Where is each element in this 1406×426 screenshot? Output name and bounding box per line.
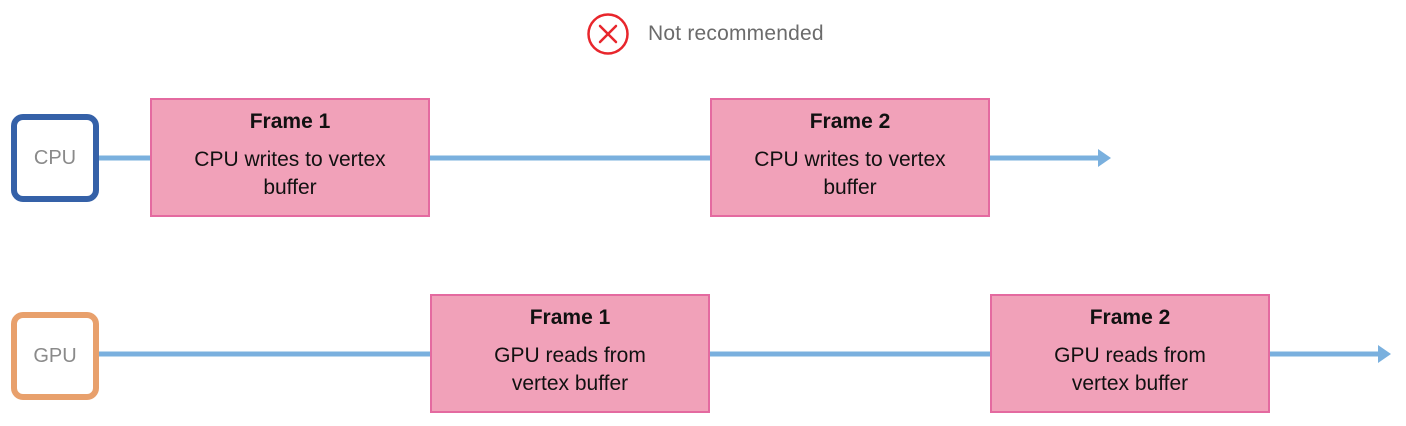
frame-description: CPU writes to vertex buffer (194, 148, 386, 199)
frame-title: Frame 2 (1089, 306, 1171, 329)
cpu-label-text: CPU (33, 146, 77, 169)
frame-description: CPU writes to vertex buffer (754, 148, 946, 199)
cpu-timeline-arrowhead (1098, 149, 1111, 167)
frame-title: Frame 1 (529, 306, 611, 329)
cpu-frame-1-box: Frame 1 CPU writes to vertex buffer (150, 98, 430, 217)
frame-description: GPU reads from vertex buffer (494, 344, 646, 395)
gpu-timeline-arrowhead (1378, 345, 1391, 363)
gpu-frame-1-box: Frame 1 GPU reads from vertex buffer (430, 294, 710, 413)
gpu-frame-2-box: Frame 2 GPU reads from vertex buffer (990, 294, 1270, 413)
frame-title: Frame 1 (249, 110, 331, 133)
cpu-lane-label: CPU (11, 114, 99, 202)
cpu-frame-2-box: Frame 2 CPU writes to vertex buffer (710, 98, 990, 217)
gpu-label-text: GPU (33, 344, 77, 367)
gpu-lane-label: GPU (11, 312, 99, 400)
frame-title: Frame 2 (809, 110, 891, 133)
frame-description: GPU reads from vertex buffer (1054, 344, 1206, 395)
